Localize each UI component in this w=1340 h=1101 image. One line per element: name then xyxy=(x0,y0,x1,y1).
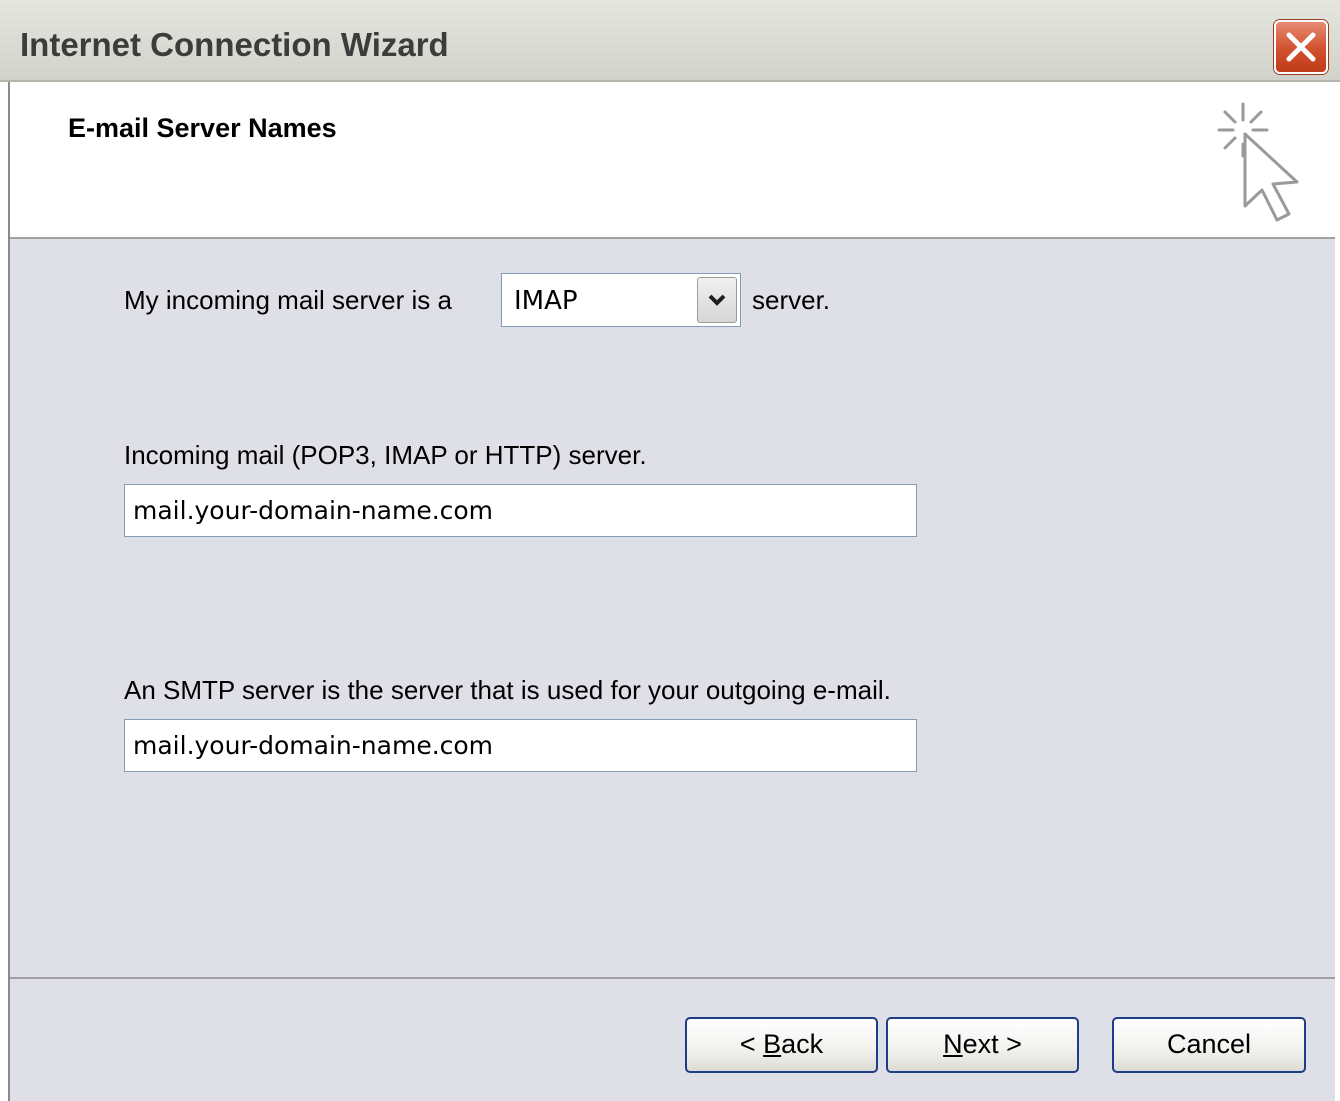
server-type-suffix-label: server. xyxy=(752,285,831,315)
next-button-label: ext > xyxy=(962,1029,1022,1059)
back-button-label: ack xyxy=(781,1029,824,1059)
wizard-footer: < Back Next > Cancel xyxy=(10,979,1335,1101)
incoming-server-input[interactable] xyxy=(124,484,917,537)
chevron-down-icon xyxy=(708,294,726,306)
page-title: E-mail Server Names xyxy=(68,113,337,143)
back-button[interactable]: < Back xyxy=(685,1017,878,1073)
wizard-content: My incoming mail server is a IMAP server… xyxy=(10,239,1335,977)
cancel-button-label: Cancel xyxy=(1166,1029,1252,1059)
back-button-mnemonic: B xyxy=(763,1029,782,1059)
server-type-select[interactable]: IMAP xyxy=(501,273,741,327)
close-icon xyxy=(1286,32,1316,62)
server-type-prefix-label: My incoming mail server is a xyxy=(124,285,452,315)
wizard-window: Internet Connection Wizard E-mail Server… xyxy=(0,0,1340,1101)
next-button[interactable]: Next > xyxy=(886,1017,1079,1073)
back-button-prefix: < xyxy=(739,1029,764,1059)
wizard-cursor-sparkle-icon xyxy=(1217,102,1299,222)
server-type-value: IMAP xyxy=(514,286,578,316)
smtp-server-label: An SMTP server is the server that is use… xyxy=(124,675,891,705)
wizard-header: E-mail Server Names xyxy=(10,82,1330,238)
server-type-dropdown-button[interactable] xyxy=(697,277,737,323)
window-title: Internet Connection Wizard xyxy=(20,26,449,63)
next-button-mnemonic: N xyxy=(943,1029,963,1059)
close-button[interactable] xyxy=(1274,20,1328,74)
smtp-server-input[interactable] xyxy=(124,719,917,772)
title-bar[interactable]: Internet Connection Wizard xyxy=(0,0,1340,82)
cancel-button[interactable]: Cancel xyxy=(1112,1017,1306,1073)
incoming-server-label: Incoming mail (POP3, IMAP or HTTP) serve… xyxy=(124,440,647,470)
